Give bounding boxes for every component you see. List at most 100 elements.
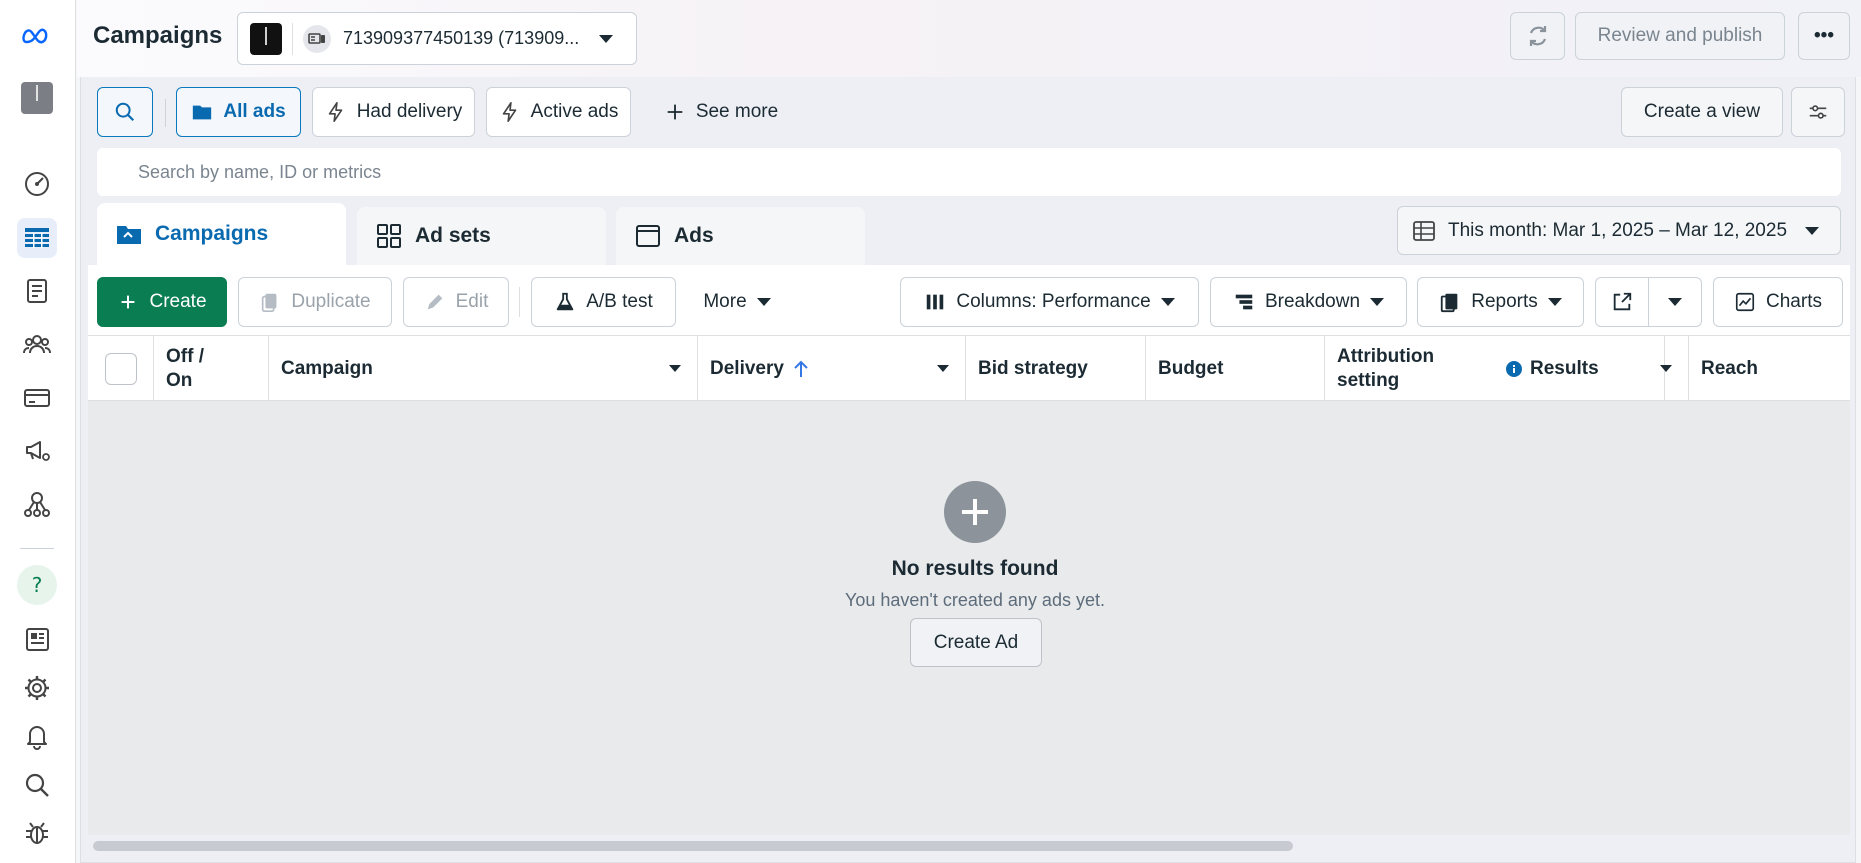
active-ads-filter[interactable]: Active ads xyxy=(486,87,631,137)
charts-button[interactable]: Charts xyxy=(1713,277,1843,327)
ad-window-icon xyxy=(636,225,660,247)
column-reach[interactable]: Reach xyxy=(1689,336,1850,402)
all-ads-filter[interactable]: All ads xyxy=(176,87,301,137)
empty-state-subtitle: You haven't created any ads yet. xyxy=(845,590,1105,610)
edit-label: Edit xyxy=(455,291,489,312)
breakdown-button[interactable]: Breakdown xyxy=(1210,277,1407,327)
tab-ads[interactable]: Ads xyxy=(616,207,865,265)
folder-icon xyxy=(193,105,212,120)
duplicate-label: Duplicate xyxy=(291,291,371,312)
folder-icon xyxy=(117,226,141,244)
empty-state-title: No results found xyxy=(891,557,1059,580)
export-icon xyxy=(1613,292,1632,311)
column-results[interactable]: Results xyxy=(1494,336,1689,402)
ad-account-selector[interactable]: 713909377450139 (713909... xyxy=(237,12,637,65)
ab-test-button[interactable]: A/B test xyxy=(531,277,676,327)
chevron-down-icon xyxy=(599,34,614,43)
add-circle-icon xyxy=(944,481,1006,543)
search-input[interactable]: Search by name, ID or metrics xyxy=(97,148,1841,196)
column-off-on[interactable]: Off / On xyxy=(154,336,269,402)
left-nav-rail: ? xyxy=(0,0,76,863)
create-ad-button[interactable]: Create Ad xyxy=(910,618,1042,667)
column-results-label: Results xyxy=(1530,358,1599,379)
column-menu-caret-icon[interactable] xyxy=(669,365,681,372)
column-budget[interactable]: Budget xyxy=(1146,336,1325,402)
column-campaign[interactable]: Campaign xyxy=(269,336,698,402)
billing-card-icon[interactable] xyxy=(17,378,57,418)
tab-ad-sets[interactable]: Ad sets xyxy=(357,207,606,265)
ellipsis-icon: ••• xyxy=(1814,25,1834,46)
edit-button[interactable]: Edit xyxy=(403,277,509,327)
page-title: Campaigns xyxy=(93,22,223,49)
columns-label: Columns: Performance xyxy=(956,291,1151,312)
main-panel: All ads Had delivery Active ads See more… xyxy=(80,77,1856,863)
search-toggle-button[interactable] xyxy=(97,87,153,137)
date-range-label: This month: Mar 1, 2025 – Mar 12, 2025 xyxy=(1448,219,1788,241)
column-delivery[interactable]: Delivery xyxy=(698,336,966,402)
column-delivery-label: Delivery xyxy=(710,358,784,379)
column-menu-caret-icon[interactable] xyxy=(1660,365,1672,372)
settings-gear-icon[interactable] xyxy=(17,668,57,708)
create-button[interactable]: Create xyxy=(97,277,227,327)
more-options-button[interactable]: ••• xyxy=(1798,12,1850,60)
date-range-picker[interactable]: This month: Mar 1, 2025 – Mar 12, 2025 xyxy=(1397,206,1841,255)
refresh-button[interactable] xyxy=(1510,12,1565,60)
export-dropdown-button[interactable] xyxy=(1648,277,1702,327)
column-bid-strategy[interactable]: Bid strategy xyxy=(966,336,1146,402)
notifications-bell-icon[interactable] xyxy=(17,716,57,756)
had-delivery-filter[interactable]: Had delivery xyxy=(312,87,475,137)
see-more-button[interactable]: See more xyxy=(641,87,801,137)
plus-icon xyxy=(667,104,683,120)
reports-button[interactable]: Reports xyxy=(1417,277,1584,327)
ad-megaphone-icon[interactable] xyxy=(17,430,57,470)
tab-ads-label: Ads xyxy=(674,224,714,247)
ab-test-label: A/B test xyxy=(586,291,653,312)
ad-account-label: 713909377450139 (713909... xyxy=(343,28,580,48)
chevron-down-icon xyxy=(756,298,771,306)
grid-icon xyxy=(377,224,401,248)
ads-manager-table-icon[interactable] xyxy=(17,218,57,258)
chevron-down-icon xyxy=(1805,226,1820,235)
search-icon[interactable] xyxy=(17,765,57,805)
export-button[interactable] xyxy=(1595,277,1649,327)
columns-icon xyxy=(927,294,944,310)
news-icon[interactable] xyxy=(17,619,57,659)
select-all-cell xyxy=(88,336,154,402)
search-icon xyxy=(115,102,135,122)
column-menu-caret-icon[interactable] xyxy=(937,365,949,372)
horizontal-scrollbar[interactable] xyxy=(93,841,1293,851)
help-question-icon[interactable]: ? xyxy=(17,565,57,605)
columns-performance-button[interactable]: Columns: Performance xyxy=(900,277,1199,327)
tab-campaigns[interactable]: Campaigns xyxy=(97,203,346,265)
pages-document-icon[interactable] xyxy=(17,271,57,311)
chevron-down-icon xyxy=(1547,298,1562,306)
pencil-icon xyxy=(427,294,442,310)
create-view-button[interactable]: Create a view xyxy=(1621,87,1783,137)
audiences-people-icon[interactable] xyxy=(17,324,57,364)
lightning-icon xyxy=(328,102,343,122)
customize-settings-button[interactable] xyxy=(1791,87,1845,137)
had-delivery-label: Had delivery xyxy=(356,101,463,122)
line-chart-icon xyxy=(1735,292,1755,312)
tab-ad-sets-label: Ad sets xyxy=(415,224,491,247)
info-icon[interactable] xyxy=(1506,361,1522,377)
select-all-checkbox[interactable] xyxy=(104,353,137,385)
dashboard-gauge-icon[interactable] xyxy=(17,163,57,203)
breakdown-label: Breakdown xyxy=(1264,291,1361,312)
lightning-icon xyxy=(502,102,516,122)
flask-icon xyxy=(556,292,574,311)
events-network-icon[interactable] xyxy=(17,484,57,524)
column-campaign-label: Campaign xyxy=(281,358,373,379)
review-and-publish-button[interactable]: Review and publish xyxy=(1575,12,1785,60)
sort-ascending-arrow-icon xyxy=(794,360,808,377)
breakdown-icon xyxy=(1235,294,1253,310)
calendar-table-icon xyxy=(1413,220,1435,241)
meta-logo-icon[interactable] xyxy=(17,16,57,56)
account-avatar[interactable] xyxy=(17,78,57,118)
more-actions-button[interactable]: More xyxy=(687,277,787,327)
see-more-label: See more xyxy=(695,101,779,122)
svg-text:?: ? xyxy=(32,573,43,597)
duplicate-button[interactable]: Duplicate xyxy=(238,277,392,327)
rail-divider xyxy=(20,548,54,549)
report-bug-icon[interactable] xyxy=(17,813,57,853)
